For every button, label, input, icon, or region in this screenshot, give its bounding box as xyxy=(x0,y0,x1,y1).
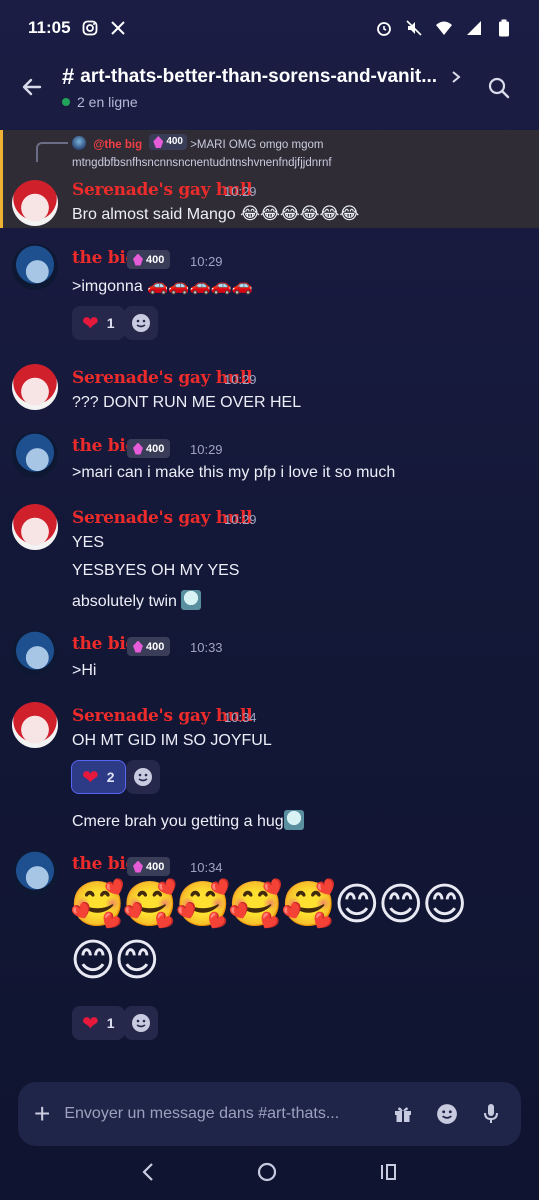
gem-icon xyxy=(153,136,164,148)
message-time: 10:29 xyxy=(224,512,257,527)
message-text: >Hi xyxy=(72,662,97,679)
jumbo-emoji-row: 😊😊 xyxy=(70,936,160,985)
message-text: >imgonna 🚗🚗🚗🚗🚗 xyxy=(72,276,254,295)
channel-name: art-thats-better-than-sorens-and-vanit..… xyxy=(80,66,438,87)
wifi-icon xyxy=(435,19,453,37)
nav-back-button[interactable] xyxy=(140,1162,156,1187)
jumbo-emoji-row: 🥰🥰🥰🥰🥰😊😊😊 xyxy=(70,880,468,929)
message-time: 10:29 xyxy=(190,254,223,269)
avatar[interactable] xyxy=(12,702,58,748)
message-text: ??? DONT RUN ME OVER HEL xyxy=(72,394,302,411)
search-button[interactable] xyxy=(481,70,517,106)
add-reaction-button[interactable] xyxy=(124,306,158,340)
avatar[interactable] xyxy=(12,504,58,550)
mute-icon xyxy=(405,19,423,37)
avatar[interactable] xyxy=(12,432,58,478)
arrow-left-icon xyxy=(22,78,42,96)
add-reaction-button[interactable] xyxy=(124,1006,158,1040)
nav-home-button[interactable] xyxy=(256,1161,278,1188)
reaction-heart[interactable]: ❤ 1 xyxy=(72,1006,125,1040)
message-time: 10:34 xyxy=(224,710,257,725)
message-text: absolutely twin xyxy=(72,590,202,611)
sticker-emoji xyxy=(181,590,202,610)
heart-icon: ❤ xyxy=(82,766,99,789)
reaction-heart[interactable]: ❤ 1 xyxy=(72,306,125,340)
avatar[interactable] xyxy=(12,630,58,676)
smiley-icon xyxy=(134,768,152,786)
message-time: 10:29 xyxy=(190,442,223,457)
reaction-heart[interactable]: ❤ 2 xyxy=(71,760,126,794)
message-text: OH MT GID IM SO JOYFUL xyxy=(72,732,272,749)
avatar[interactable] xyxy=(12,850,58,896)
home-circle-icon xyxy=(258,1162,277,1181)
message-time: 10:34 xyxy=(190,860,223,875)
gem-icon xyxy=(133,860,143,873)
alarm-icon xyxy=(375,19,393,37)
role-badge: 400 xyxy=(127,857,171,876)
reply-preview[interactable]: @the big 400 >MARI OMG omgo mgom mtngdbf… xyxy=(72,134,519,172)
smiley-icon xyxy=(132,1014,150,1032)
reply-badge: 400 xyxy=(149,134,187,150)
recents-icon xyxy=(380,1163,396,1180)
avatar[interactable] xyxy=(12,180,58,226)
system-navigation-bar xyxy=(0,1148,539,1200)
role-badge: 400 xyxy=(127,439,171,458)
reply-author: @the big xyxy=(93,139,143,151)
role-badge: 400 xyxy=(127,250,171,269)
nav-recents-button[interactable] xyxy=(379,1162,399,1187)
add-attachment-button[interactable]: + xyxy=(34,1100,50,1128)
message-text: Bro almost said Mango 😂😂😂😂😂😂 xyxy=(72,204,360,223)
channel-header: # art-thats-better-than-sorens-and-vanit… xyxy=(0,56,539,118)
sticker-emoji xyxy=(283,810,304,830)
emoji-button[interactable] xyxy=(433,1100,461,1128)
search-icon xyxy=(488,77,510,99)
message-input[interactable]: Envoyer un message dans #art-thats... xyxy=(64,1105,373,1123)
heart-icon: ❤ xyxy=(82,312,99,335)
gem-icon xyxy=(133,253,143,266)
gem-icon xyxy=(133,640,143,653)
chevron-right-icon xyxy=(452,71,461,83)
gem-icon xyxy=(133,442,143,455)
role-badge: 400 xyxy=(127,637,171,656)
hash-icon: # xyxy=(62,64,75,89)
emoji: 😂😂😂😂😂😂 xyxy=(240,204,360,223)
message-composer: + Envoyer un message dans #art-thats... xyxy=(18,1082,521,1146)
instagram-icon xyxy=(81,19,99,37)
gift-icon xyxy=(395,1107,411,1122)
signal-icon xyxy=(465,19,483,37)
message-text: YES xyxy=(72,534,105,551)
online-count: 2 en ligne xyxy=(77,94,138,110)
message-time: 10:29 xyxy=(224,184,257,199)
channel-title-block[interactable]: # art-thats-better-than-sorens-and-vanit… xyxy=(62,64,472,110)
battery-icon xyxy=(495,19,513,37)
reply-connector xyxy=(36,142,68,162)
gift-button[interactable] xyxy=(389,1100,417,1128)
message-text: YESBYES OH MY YES xyxy=(72,562,240,579)
message-text: >mari can i make this my pfp i love it s… xyxy=(72,464,396,481)
heart-icon: ❤ xyxy=(82,1012,99,1035)
back-button[interactable] xyxy=(12,67,52,107)
voice-message-button[interactable] xyxy=(477,1100,505,1128)
online-status-dot xyxy=(62,98,70,106)
smiley-icon xyxy=(132,314,150,332)
avatar[interactable] xyxy=(12,364,58,410)
chevron-left-icon xyxy=(142,1162,153,1181)
add-reaction-button[interactable] xyxy=(126,760,160,794)
smiley-icon xyxy=(437,1104,457,1124)
clock: 11:05 xyxy=(28,18,71,37)
avatar[interactable] xyxy=(12,244,58,290)
message-text: Cmere brah you getting a hug xyxy=(72,810,304,831)
x-icon xyxy=(109,19,127,37)
reply-avatar xyxy=(72,136,86,150)
emoji: 🚗🚗🚗🚗🚗 xyxy=(147,276,254,295)
message-time: 10:33 xyxy=(190,640,223,655)
message-time: 10:29 xyxy=(224,372,257,387)
status-bar: 11:05 xyxy=(0,0,539,56)
microphone-icon xyxy=(484,1104,498,1123)
